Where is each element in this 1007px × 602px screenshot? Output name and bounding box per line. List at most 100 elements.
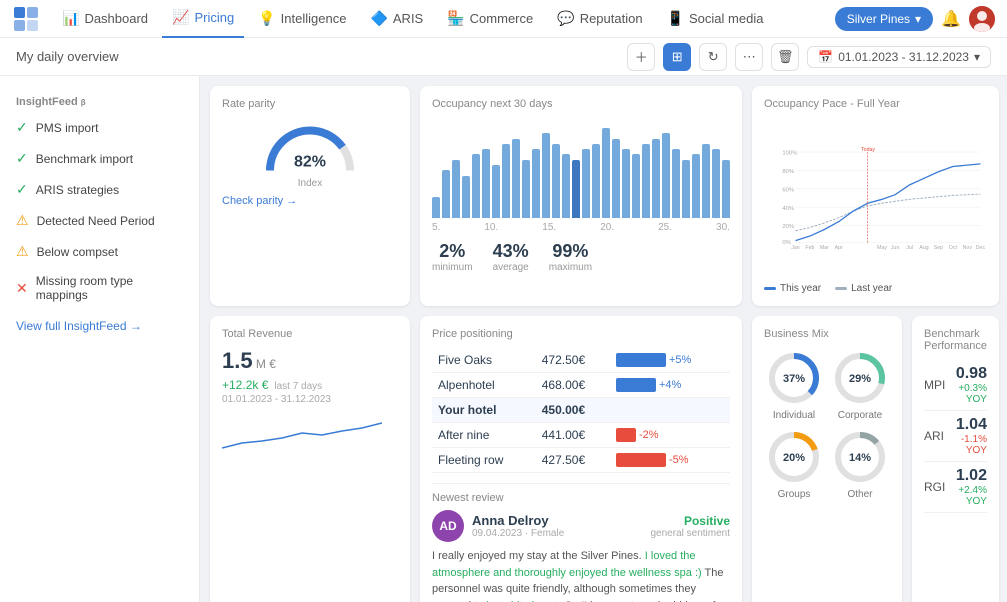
- more-button[interactable]: ⋯: [735, 43, 763, 71]
- nav-pricing[interactable]: 📈 Pricing: [162, 0, 244, 38]
- warning-icon: ⚠: [16, 212, 29, 229]
- page-title: My daily overview: [16, 49, 619, 64]
- benchmark-performance-card: Benchmark Performance MPI 0.98 +0.3% YOY…: [912, 316, 999, 602]
- reputation-icon: 💬: [557, 10, 574, 27]
- nav-commerce[interactable]: 🏪 Commerce: [437, 0, 543, 38]
- sidebar-item-aris-strategies[interactable]: ✓ ARIS strategies: [0, 174, 199, 205]
- business-mix-title: Business Mix: [764, 328, 890, 340]
- aris-icon: 🔷: [370, 10, 387, 27]
- positive-bar: [616, 378, 656, 392]
- occ-axis: 5. 10. 15. 20. 25. 30.: [432, 222, 730, 233]
- occupancy-pace-chart: 100% 80% 60% 40% 20% 0% Today: [764, 118, 987, 278]
- bar-7: [502, 144, 510, 218]
- grid-view-button[interactable]: ⊞: [663, 43, 691, 71]
- refresh-button[interactable]: ↻: [699, 43, 727, 71]
- individual-donut: 37%: [764, 348, 824, 408]
- occ-stat-max: 99% maximum: [549, 241, 592, 273]
- table-row-your-hotel: Your hotel 450.00€: [432, 398, 730, 423]
- bar-10: [532, 149, 540, 218]
- svg-text:Feb: Feb: [805, 245, 814, 251]
- occ-stats: 2% minimum 43% average 99% maximum: [432, 241, 730, 273]
- nav-aris[interactable]: 🔷 ARIS: [360, 0, 433, 38]
- chevron-down-icon: ▾: [974, 50, 980, 64]
- delete-button[interactable]: 🗑: [771, 43, 799, 71]
- svg-text:0%: 0%: [782, 240, 791, 246]
- logo[interactable]: [12, 5, 40, 33]
- sentiment-container: Positive general sentiment: [651, 514, 731, 539]
- check-icon: ✓: [16, 181, 28, 198]
- nav-reputation[interactable]: 💬 Reputation: [547, 0, 652, 38]
- reviewer-name: Anna Delroy: [472, 513, 564, 528]
- bar-13: [562, 154, 570, 218]
- sidebar-item-below-compset[interactable]: ⚠ Below compset: [0, 236, 199, 267]
- table-row: After nine 441.00€ -2%: [432, 423, 730, 448]
- more-icon: ⋯: [743, 49, 756, 65]
- date-range-picker[interactable]: 📅 01.01.2023 - 31.12.2023 ▾: [807, 46, 991, 68]
- svg-text:14%: 14%: [849, 452, 871, 464]
- hotel-name: Your hotel: [432, 398, 536, 423]
- svg-text:20%: 20%: [782, 224, 795, 230]
- bar-24: [672, 149, 680, 218]
- occupancy-title: Occupancy next 30 days: [432, 98, 730, 110]
- view-full-insightfeed-link[interactable]: View full InsightFeed →: [0, 309, 199, 343]
- bar-6: [492, 165, 500, 218]
- rgi-value: 1.02: [945, 467, 987, 485]
- svg-text:Today: Today: [861, 147, 875, 153]
- nav-intelligence[interactable]: 💡 Intelligence: [248, 0, 356, 38]
- table-row: Five Oaks 472.50€ +5%: [432, 348, 730, 373]
- occupancy-card: Occupancy next 30 days 5. 10. 15. 20. 25…: [420, 86, 742, 306]
- price-table: Five Oaks 472.50€ +5% Alpenhotel 468.00€: [432, 348, 730, 473]
- svg-text:Nov: Nov: [963, 245, 973, 251]
- toolbar: My daily overview ＋ ⊞ ↻ ⋯ 🗑 📅 01.01.2023…: [0, 38, 1007, 76]
- svg-text:Aug: Aug: [919, 245, 928, 251]
- corporate-label: Corporate: [838, 410, 882, 421]
- gauge-label: Index: [298, 178, 322, 189]
- sentiment-label: general sentiment: [651, 528, 731, 539]
- bar-17: [602, 128, 610, 218]
- add-button[interactable]: ＋: [627, 43, 655, 71]
- biz-segment-groups: 20% Groups: [764, 427, 824, 500]
- newest-review-title: Newest review: [432, 492, 730, 504]
- biz-segment-other: 14% Other: [830, 427, 890, 500]
- benchmark-performance-title: Benchmark Performance: [924, 328, 987, 352]
- check-parity-link[interactable]: Check parity →: [222, 195, 398, 207]
- avatar[interactable]: [969, 6, 995, 32]
- revenue-sparkline: [222, 413, 398, 456]
- header-right: Silver Pines ▾ 🔔: [835, 6, 995, 32]
- revenue-date: 01.01.2023 - 31.12.2023: [222, 394, 398, 405]
- mpi-label: MPI: [924, 378, 945, 392]
- rate-parity-title: Rate parity: [222, 98, 398, 110]
- sidebar-item-benchmark-import[interactable]: ✓ Benchmark import: [0, 143, 199, 174]
- hotel-price: 427.50€: [536, 448, 610, 473]
- bar-12: [552, 144, 560, 218]
- sidebar-item-pms-import[interactable]: ✓ PMS import: [0, 112, 199, 143]
- sidebar-item-detected-need-period[interactable]: ⚠ Detected Need Period: [0, 205, 199, 236]
- revenue-value: 1.5 M €: [222, 348, 398, 374]
- bar-22: [652, 139, 660, 218]
- bar-15: [582, 149, 590, 218]
- property-selector[interactable]: Silver Pines ▾: [835, 7, 933, 31]
- nav-dashboard[interactable]: 📊 Dashboard: [52, 0, 158, 38]
- bar-3: [462, 176, 470, 218]
- price-bar-cell: [610, 398, 730, 423]
- notification-icon[interactable]: 🔔: [941, 9, 961, 29]
- bar-4: [472, 154, 480, 218]
- gauge-container: 82% Index: [222, 118, 398, 189]
- check-icon: ✓: [16, 150, 28, 167]
- ari-change: -1.1% YOY: [944, 434, 987, 456]
- total-revenue-title: Total Revenue: [222, 328, 398, 340]
- bar-25: [682, 160, 690, 218]
- content-area: Rate parity 82% Index Check parity → Occ…: [200, 76, 1007, 602]
- svg-text:40%: 40%: [782, 206, 795, 212]
- hotel-name: After nine: [432, 423, 536, 448]
- svg-text:Apr: Apr: [835, 245, 843, 251]
- occ-stat-avg: 43% average: [493, 241, 529, 273]
- nav-social[interactable]: 📱 Social media: [657, 0, 774, 38]
- bar-28: [712, 149, 720, 218]
- price-bar-cell: -5%: [610, 448, 730, 473]
- svg-text:Sep: Sep: [934, 245, 943, 251]
- bar-19: [622, 149, 630, 218]
- pricing-icon: 📈: [172, 9, 189, 26]
- chevron-down-icon: ▾: [915, 12, 921, 26]
- sidebar-item-missing-room-type[interactable]: ✕ Missing room type mappings: [0, 267, 199, 309]
